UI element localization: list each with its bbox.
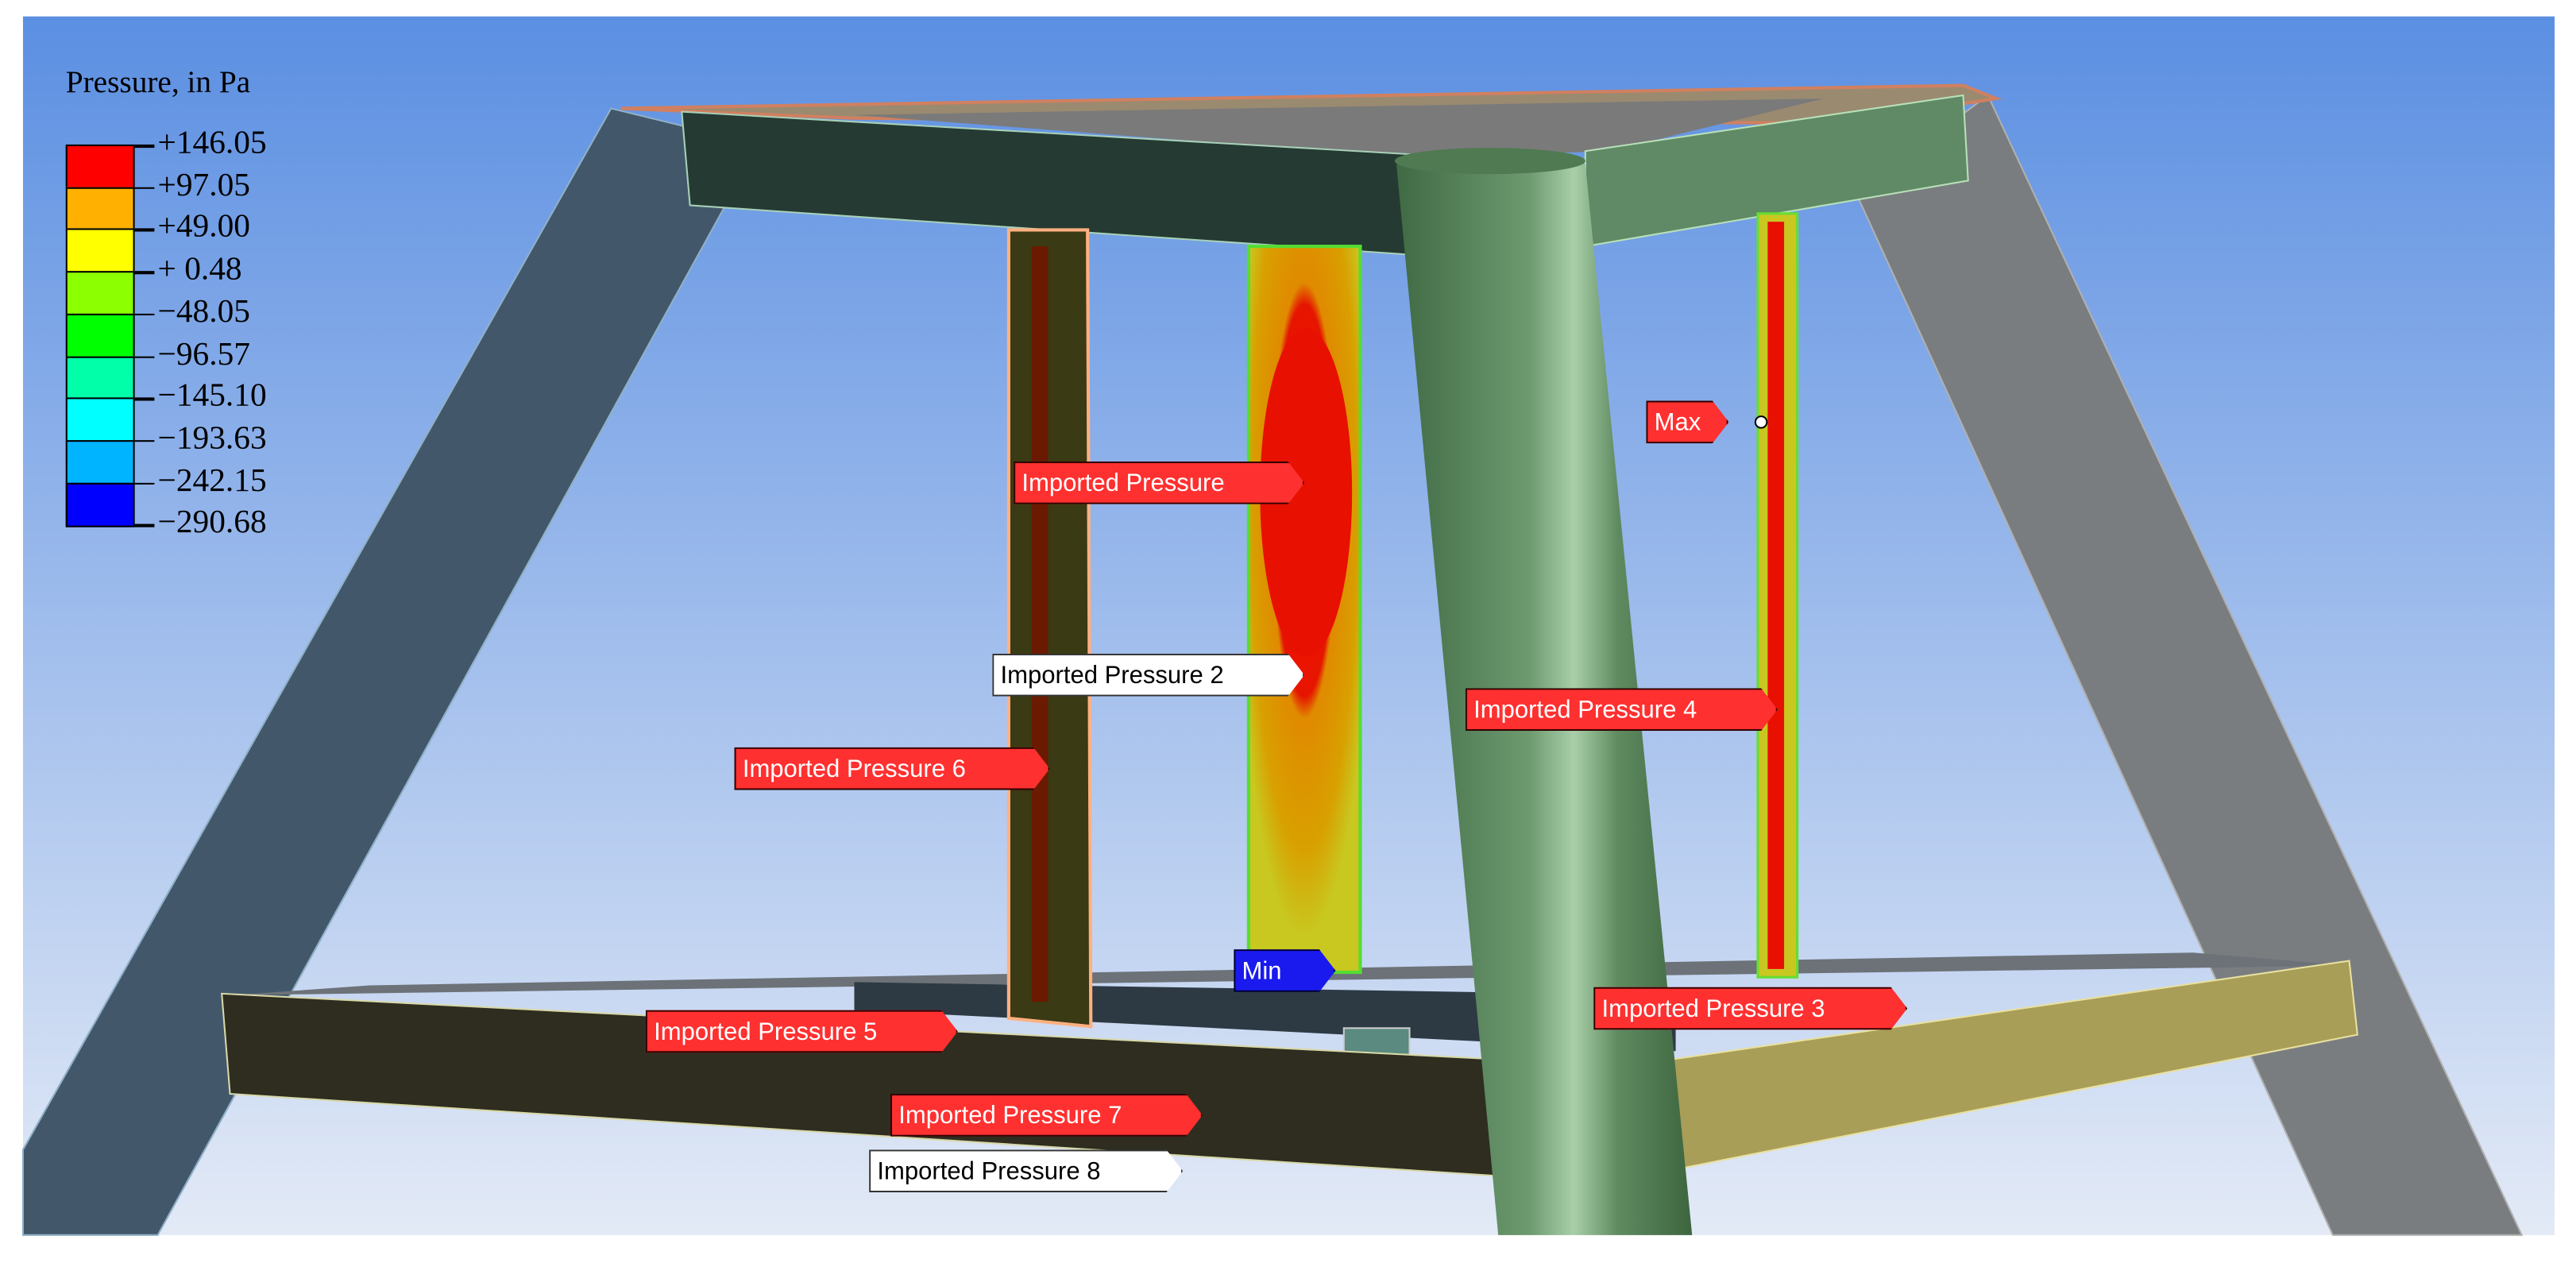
legend-tick	[134, 355, 155, 358]
load-label: Imported Pressure 7	[898, 1102, 1122, 1130]
legend-label: −48.05	[157, 293, 250, 330]
load-label: Imported Pressure 8	[877, 1157, 1101, 1186]
legend-label: +97.05	[157, 167, 250, 203]
load-tag-imported-pressure[interactable]: Imported Pressure	[1014, 462, 1304, 504]
load-label: Imported Pressure 6	[742, 755, 966, 784]
legend-band	[65, 482, 135, 527]
legend-tick	[134, 524, 155, 527]
legend-tick	[134, 397, 155, 400]
plate-4-core	[1767, 222, 1785, 969]
load-tag-imported-pressure-5[interactable]: Imported Pressure 5	[646, 1010, 958, 1053]
load-tag-imported-pressure-8[interactable]: Imported Pressure 8	[869, 1149, 1183, 1192]
max-label-text: Max	[1654, 408, 1701, 437]
legend-band	[65, 397, 135, 442]
legend-label: −290.68	[157, 504, 267, 541]
plate-6	[1006, 228, 1093, 1029]
legend-tick	[134, 271, 155, 274]
load-tag-imported-pressure-2[interactable]: Imported Pressure 2	[992, 654, 1304, 697]
load-label: Imported Pressure 4	[1473, 696, 1697, 724]
legend-tick	[134, 313, 155, 316]
legend-label: −242.15	[157, 462, 267, 499]
viewport[interactable]: Pressure, in Pa +146.05 +97.05 +49.00 + 0.4…	[0, 0, 2576, 1263]
legend-label: −96.57	[157, 335, 250, 373]
min-label-text: Min	[1242, 957, 1282, 986]
load-label: Imported Pressure 5	[654, 1018, 878, 1047]
legend-tick	[134, 144, 155, 148]
legend-band	[65, 271, 135, 316]
load-tag-imported-pressure-7[interactable]: Imported Pressure 7	[890, 1094, 1203, 1137]
load-tag-imported-pressure-6[interactable]: Imported Pressure 6	[734, 747, 1049, 790]
legend-band	[65, 313, 135, 358]
legend-tick	[134, 229, 155, 232]
legend-band	[65, 439, 135, 485]
column-cap	[1394, 148, 1585, 175]
legend-label: +49.00	[157, 209, 250, 245]
legend-tick	[134, 187, 155, 190]
legend-band	[65, 355, 135, 400]
legend-label: −145.10	[157, 377, 267, 415]
load-label: Imported Pressure 2	[1000, 662, 1224, 690]
legend-label: + 0.48	[157, 251, 242, 288]
load-tag-imported-pressure-3[interactable]: Imported Pressure 3	[1593, 987, 1907, 1030]
legend-band	[65, 187, 135, 232]
legend-tick	[134, 482, 155, 485]
load-label: Imported Pressure	[1022, 469, 1225, 498]
legend-band	[65, 229, 135, 274]
legend-band	[65, 144, 135, 190]
legend-title: Pressure, in Pa	[65, 65, 251, 101]
3d-model-view[interactable]	[0, 0, 2576, 1263]
max-probe-point	[1754, 415, 1768, 429]
plate-6-core	[1031, 246, 1049, 1002]
legend-label: −193.63	[157, 420, 267, 457]
legend-label: +146.05	[157, 125, 267, 161]
load-tag-imported-pressure-4[interactable]: Imported Pressure 4	[1466, 688, 1778, 731]
min-probe-label[interactable]: Min	[1234, 949, 1335, 992]
load-label: Imported Pressure 3	[1601, 995, 1825, 1024]
max-probe-label[interactable]: Max	[1646, 400, 1728, 443]
legend-tick	[134, 439, 155, 442]
